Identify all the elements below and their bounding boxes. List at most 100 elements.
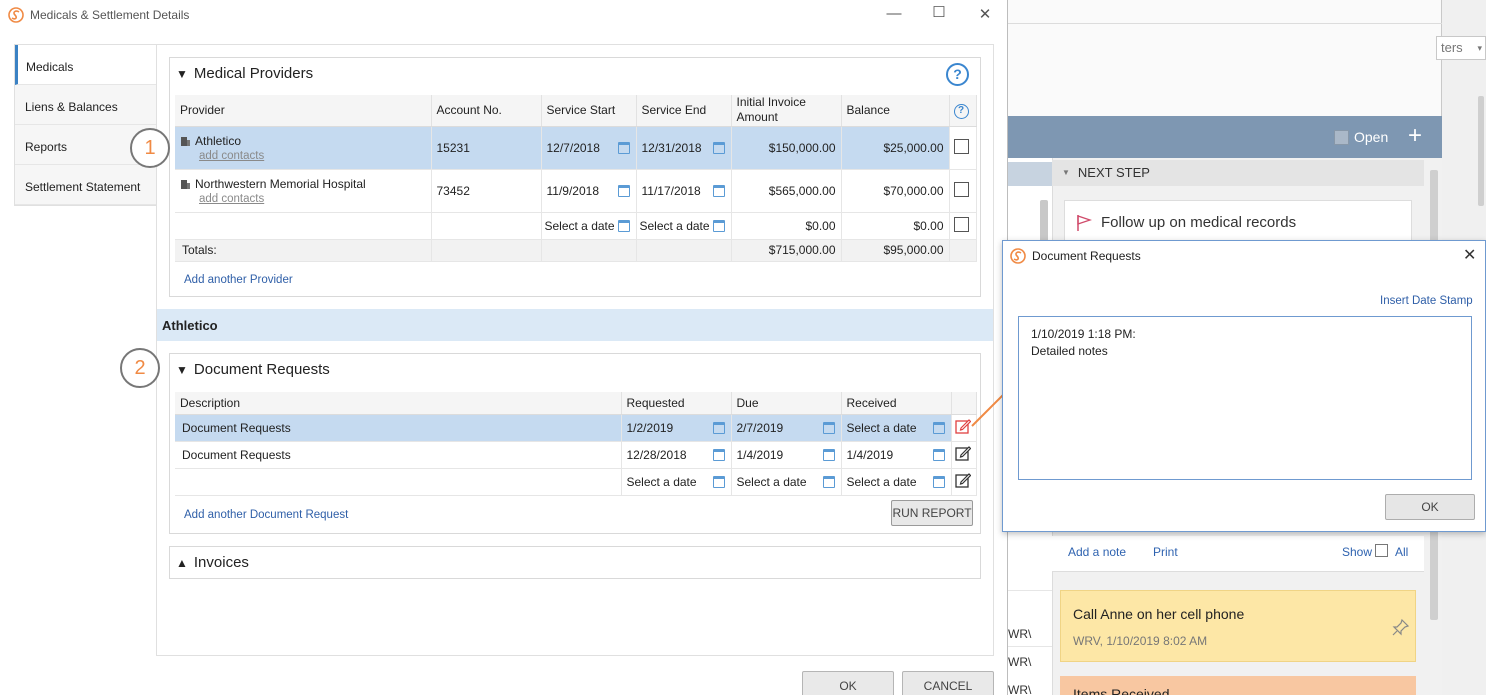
add-note-link[interactable]: Add a note [1068,545,1126,559]
pin-icon[interactable] [1392,618,1410,636]
column-header[interactable]: Provider [175,95,432,127]
table-row[interactable]: Select a date Select a date Select a dat… [175,468,977,496]
add-contacts-link[interactable]: add contacts [199,150,264,162]
date-cell[interactable]: Select a date [541,212,637,240]
row-checkbox[interactable] [953,138,969,154]
column-header[interactable]: Due [731,392,842,415]
scrollbar[interactable] [1478,96,1484,206]
table-row[interactable]: Athletico add contacts 15231 12/7/2018 1… [175,126,977,170]
description-cell[interactable] [175,468,622,496]
help-icon[interactable]: ? [953,103,969,119]
calendar-icon[interactable] [822,475,835,488]
close-button[interactable]: ✕ [975,5,995,23]
tab-settlement-statement[interactable]: Settlement Statement [15,165,156,205]
date-cell[interactable]: 12/7/2018 [541,126,637,170]
date-placeholder: Select a date [736,474,807,489]
print-link[interactable]: Print [1153,545,1178,559]
column-header[interactable]: Service Start [541,95,637,127]
run-report-button[interactable]: RUN REPORT [891,500,973,526]
minimize-button[interactable]: — [884,5,904,22]
next-step-header[interactable]: ▼ NEXT STEP [1052,160,1424,186]
date-cell[interactable]: Select a date [621,468,732,496]
tab-medicals[interactable]: Medicals [15,45,156,85]
table-row[interactable]: Document Requests 12/28/2018 1/4/2019 1/… [175,441,977,469]
account-cell[interactable]: 15231 [431,126,542,170]
column-header[interactable]: Balance [841,95,950,127]
row-checkbox[interactable] [953,181,969,197]
account-cell[interactable]: 73452 [431,169,542,213]
table-row[interactable]: Select a date Select a date $0.00 $0.00 [175,212,977,240]
invoice-cell[interactable]: $0.00 [731,212,842,240]
notes-textarea[interactable]: 1/10/2019 1:18 PM: Detailed notes [1018,316,1472,480]
provider-name[interactable]: Athletico [195,134,241,148]
add-contacts-link[interactable]: add contacts [199,193,264,205]
table-row[interactable]: Document Requests 1/2/2019 2/7/2019 Sele… [175,414,977,442]
calendar-icon[interactable] [617,219,630,232]
help-icon[interactable]: ? [946,63,969,86]
insert-date-stamp-link[interactable]: Insert Date Stamp [1380,295,1473,307]
medical-providers-header[interactable]: ▼ Medical Providers [176,65,313,82]
column-header[interactable]: Description [175,392,622,415]
date-cell[interactable]: 11/9/2018 [541,169,637,213]
maximize-button[interactable]: ☐ [929,3,949,21]
column-header[interactable]: Requested [621,392,732,415]
calendar-icon[interactable] [932,475,945,488]
calendar-icon[interactable] [822,448,835,461]
date-cell[interactable]: 1/2/2019 [621,414,732,442]
balance-cell[interactable]: $25,000.00 [841,126,950,170]
date-cell[interactable]: Select a date [841,468,952,496]
date-cell[interactable]: 1/4/2019 [731,441,842,469]
calendar-icon[interactable] [712,475,725,488]
calendar-icon[interactable] [932,421,945,434]
add-icon[interactable]: + [1408,122,1422,150]
date-cell[interactable]: Select a date [731,468,842,496]
date-cell[interactable]: 2/7/2019 [731,414,842,442]
document-requests-header[interactable]: ▼ Document Requests [176,361,330,378]
calendar-icon[interactable] [822,421,835,434]
invoice-cell[interactable]: $150,000.00 [731,126,842,170]
date-cell[interactable]: 12/28/2018 [621,441,732,469]
next-step-card[interactable]: Follow up on medical records [1064,200,1412,244]
cancel-button[interactable]: CANCEL [902,671,994,695]
column-header[interactable]: Service End [636,95,732,127]
tab-liens-balances[interactable]: Liens & Balances [15,85,156,125]
open-checkbox[interactable] [1334,130,1349,145]
edit-notes-icon[interactable] [954,445,971,461]
filter-dropdown[interactable]: ters ▾ [1436,36,1486,60]
calendar-icon[interactable] [712,184,725,197]
column-header[interactable]: Initial Invoice Amount [731,95,842,127]
account-cell[interactable] [431,212,542,240]
calendar-icon[interactable] [712,219,725,232]
date-cell[interactable]: 11/17/2018 [636,169,732,213]
edit-notes-icon[interactable] [954,472,971,488]
description-cell[interactable]: Document Requests [175,441,622,469]
table-row[interactable]: Northwestern Memorial Hospital add conta… [175,169,977,213]
calendar-icon[interactable] [712,448,725,461]
description-cell[interactable]: Document Requests [175,414,622,442]
ok-button[interactable]: OK [802,671,894,695]
add-document-request-link[interactable]: Add another Document Request [184,509,348,521]
provider-name[interactable]: Northwestern Memorial Hospital [195,177,366,191]
add-provider-link[interactable]: Add another Provider [184,274,293,286]
close-button[interactable]: ✕ [1463,245,1476,265]
column-header[interactable]: Account No. [431,95,542,127]
provider-cell[interactable] [175,212,432,240]
calendar-icon[interactable] [617,184,630,197]
invoices-header[interactable]: ▲ Invoices [176,554,249,571]
balance-cell[interactable]: $0.00 [841,212,950,240]
popup-ok-button[interactable]: OK [1385,494,1475,520]
invoice-cell[interactable]: $565,000.00 [731,169,842,213]
date-cell[interactable]: 12/31/2018 [636,126,732,170]
date-cell[interactable]: Select a date [841,414,952,442]
show-all-checkbox[interactable] [1375,544,1388,557]
row-checkbox[interactable] [953,216,969,232]
date-cell[interactable]: 1/4/2019 [841,441,952,469]
note-card[interactable] [1060,590,1416,662]
calendar-icon[interactable] [712,141,725,154]
calendar-icon[interactable] [932,448,945,461]
calendar-icon[interactable] [617,141,630,154]
date-cell[interactable]: Select a date [636,212,732,240]
column-header[interactable]: Received [841,392,952,415]
balance-cell[interactable]: $70,000.00 [841,169,950,213]
calendar-icon[interactable] [712,421,725,434]
